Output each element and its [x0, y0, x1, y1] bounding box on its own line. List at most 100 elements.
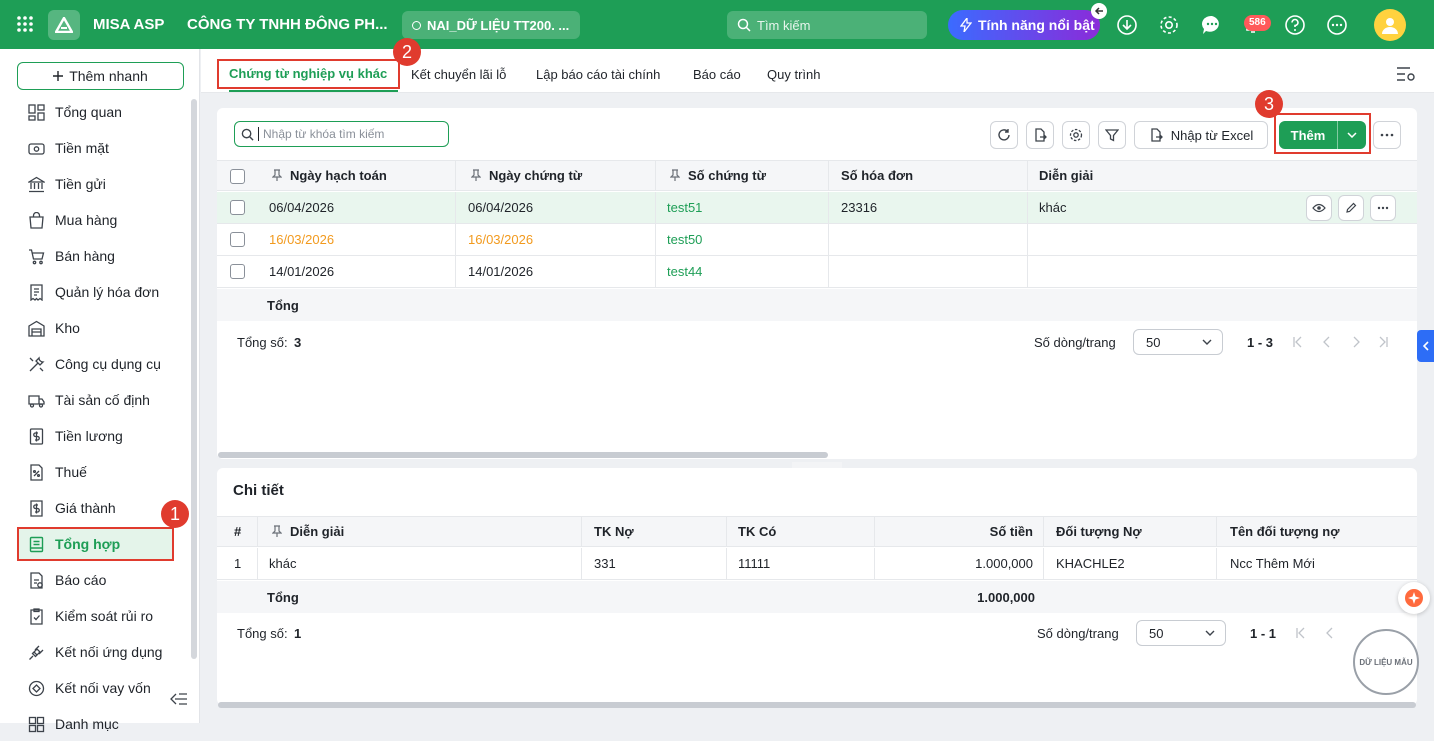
cell-index: 1: [234, 556, 242, 571]
pin-icon[interactable]: [471, 169, 481, 182]
column-divider: [1027, 161, 1028, 190]
quick-add-button[interactable]: Thêm nhanh: [17, 62, 184, 90]
side-panel-toggle[interactable]: [1417, 330, 1434, 362]
view-button[interactable]: [1306, 195, 1332, 221]
row-checkbox[interactable]: [230, 264, 245, 279]
column-divider: [828, 192, 829, 223]
page-horizontal-scrollbar[interactable]: [218, 702, 1416, 708]
settings-gear-icon[interactable]: [1157, 13, 1181, 37]
table-row[interactable]: 16/03/2026 16/03/2026 test50: [217, 224, 1417, 256]
sidebar-item-warehouse[interactable]: Kho: [17, 311, 174, 345]
cell-doc-no-link[interactable]: test44: [667, 256, 702, 287]
company-name[interactable]: CÔNG TY TNHH ĐÔNG PH...: [187, 16, 388, 33]
featured-button[interactable]: Tính năng nổi bật: [948, 10, 1100, 40]
sidebar-item-loan-connect[interactable]: Kết nối vay vốn: [17, 671, 174, 705]
sidebar: Thêm nhanh Tổng quan Tiền mặt Tiền gửi M…: [0, 49, 200, 732]
table-row[interactable]: 14/01/2026 14/01/2026 test44: [217, 256, 1417, 288]
sidebar-item-overview[interactable]: Tổng quan: [17, 95, 174, 129]
import-excel-button[interactable]: Nhập từ Excel: [1134, 121, 1268, 149]
filter-button[interactable]: [1098, 121, 1126, 149]
row-checkbox[interactable]: [230, 232, 245, 247]
download-icon[interactable]: [1115, 13, 1139, 37]
tab-profit-transfer[interactable]: Kết chuyển lãi lỗ: [411, 67, 506, 82]
sidebar-item-tools[interactable]: Công cụ dụng cụ: [17, 347, 174, 381]
next-page-icon[interactable]: [1350, 336, 1362, 348]
edit-button[interactable]: [1338, 195, 1364, 221]
column-description[interactable]: Diễn giải: [272, 517, 344, 546]
global-search[interactable]: Tìm kiếm: [727, 11, 927, 39]
row-checkbox[interactable]: [230, 200, 245, 215]
back-arrow-icon[interactable]: [1091, 3, 1107, 19]
select-all-checkbox[interactable]: [230, 169, 245, 184]
more-actions-button[interactable]: [1373, 121, 1401, 149]
sidebar-item-salary[interactable]: Tiền lương: [17, 419, 174, 453]
sidebar-item-cost[interactable]: Giá thành: [17, 491, 174, 525]
cell-doc-no-link[interactable]: test51: [667, 192, 702, 223]
tab-workflow[interactable]: Quy trình: [767, 67, 820, 82]
sidebar-item-fixed-assets[interactable]: Tài sản cố định: [17, 383, 174, 417]
sidebar-item-category[interactable]: Danh mục: [17, 707, 174, 741]
column-divider: [874, 548, 875, 579]
prev-page-icon[interactable]: [1321, 336, 1333, 348]
column-description[interactable]: Diễn giải: [1039, 161, 1093, 190]
voucher-search-input[interactable]: Nhập từ khóa tìm kiếm: [234, 121, 449, 147]
featured-label: Tính năng nổi bật: [978, 17, 1095, 33]
ai-assistant-button[interactable]: [1398, 582, 1430, 614]
warehouse-icon: [28, 320, 45, 337]
first-page-icon[interactable]: [1292, 336, 1304, 348]
column-doc-date[interactable]: Ngày chứng từ: [471, 161, 582, 190]
page-range: 1 - 1: [1250, 626, 1277, 641]
tab-financial-statements[interactable]: Lập báo cáo tài chính: [536, 67, 660, 82]
column-amount[interactable]: Số tiền: [990, 517, 1033, 546]
chevron-down-icon: [1205, 630, 1215, 636]
sidebar-scrollbar[interactable]: [191, 99, 197, 659]
plus-icon: [53, 71, 64, 81]
sidebar-item-label: Giá thành: [55, 500, 116, 516]
user-avatar[interactable]: [1374, 9, 1406, 41]
prev-page-icon[interactable]: [1324, 627, 1336, 639]
master-horizontal-scrollbar[interactable]: [218, 452, 828, 458]
sidebar-item-app-connect[interactable]: Kết nối ứng dụng: [17, 635, 174, 669]
cell-doc-no-link[interactable]: test50: [667, 224, 702, 255]
column-invoice-no[interactable]: Số hóa đơn: [841, 161, 913, 190]
sidebar-item-tax[interactable]: Thuế: [17, 455, 174, 489]
more-apps-icon[interactable]: [1325, 13, 1349, 37]
last-page-icon[interactable]: [1377, 336, 1389, 348]
collapse-sidebar-icon[interactable]: [170, 693, 188, 705]
rows-per-page-select[interactable]: 50: [1136, 620, 1226, 646]
sidebar-item-label: Kết nối ứng dụng: [55, 644, 163, 660]
pin-icon[interactable]: [272, 525, 282, 538]
sidebar-item-bank[interactable]: Tiền gửi: [17, 167, 174, 201]
highlight-add-button: [1274, 113, 1371, 154]
rows-per-page-select[interactable]: 50: [1133, 329, 1223, 355]
pin-icon[interactable]: [670, 169, 680, 182]
tab-settings-icon[interactable]: [1396, 66, 1416, 82]
refresh-button[interactable]: [990, 121, 1018, 149]
sidebar-item-report[interactable]: Báo cáo: [17, 563, 174, 597]
column-doc-no[interactable]: Số chứng từ: [670, 161, 766, 190]
grid-settings-button[interactable]: [1062, 121, 1090, 149]
tab-report[interactable]: Báo cáo: [693, 67, 741, 82]
column-debtor-name[interactable]: Tên đối tượng nợ: [1230, 517, 1340, 546]
help-icon[interactable]: [1283, 13, 1307, 37]
app-grid-icon[interactable]: [16, 15, 34, 33]
pin-icon[interactable]: [272, 169, 282, 182]
column-posting-date[interactable]: Ngày hạch toán: [272, 161, 387, 190]
total-amount: 1.000,000: [977, 589, 1035, 605]
sidebar-item-purchase[interactable]: Mua hàng: [17, 203, 174, 237]
chat-icon[interactable]: [1200, 13, 1224, 37]
export-button[interactable]: [1026, 121, 1054, 149]
database-selector[interactable]: NAI_DỮ LIỆU TT200. ...: [402, 11, 580, 39]
column-credit-account[interactable]: TK Có: [738, 517, 776, 546]
first-page-icon[interactable]: [1295, 627, 1307, 639]
table-row[interactable]: 1 khác 331 11111 1.000,000 KHACHLE2 Ncc …: [217, 548, 1417, 580]
column-debtor[interactable]: Đối tượng Nợ: [1056, 517, 1142, 546]
rows-per-page-label: Số dòng/trang: [1034, 335, 1116, 350]
sidebar-item-risk[interactable]: Kiểm soát rủi ro: [17, 599, 174, 633]
table-row[interactable]: 06/04/2026 06/04/2026 test51 23316 khác: [217, 192, 1417, 224]
row-more-button[interactable]: [1370, 195, 1396, 221]
column-debit-account[interactable]: TK Nợ: [594, 517, 634, 546]
sidebar-item-cash[interactable]: Tiền mặt: [17, 131, 174, 165]
sidebar-item-invoice[interactable]: Quản lý hóa đơn: [17, 275, 174, 309]
sidebar-item-sales[interactable]: Bán hàng: [17, 239, 174, 273]
